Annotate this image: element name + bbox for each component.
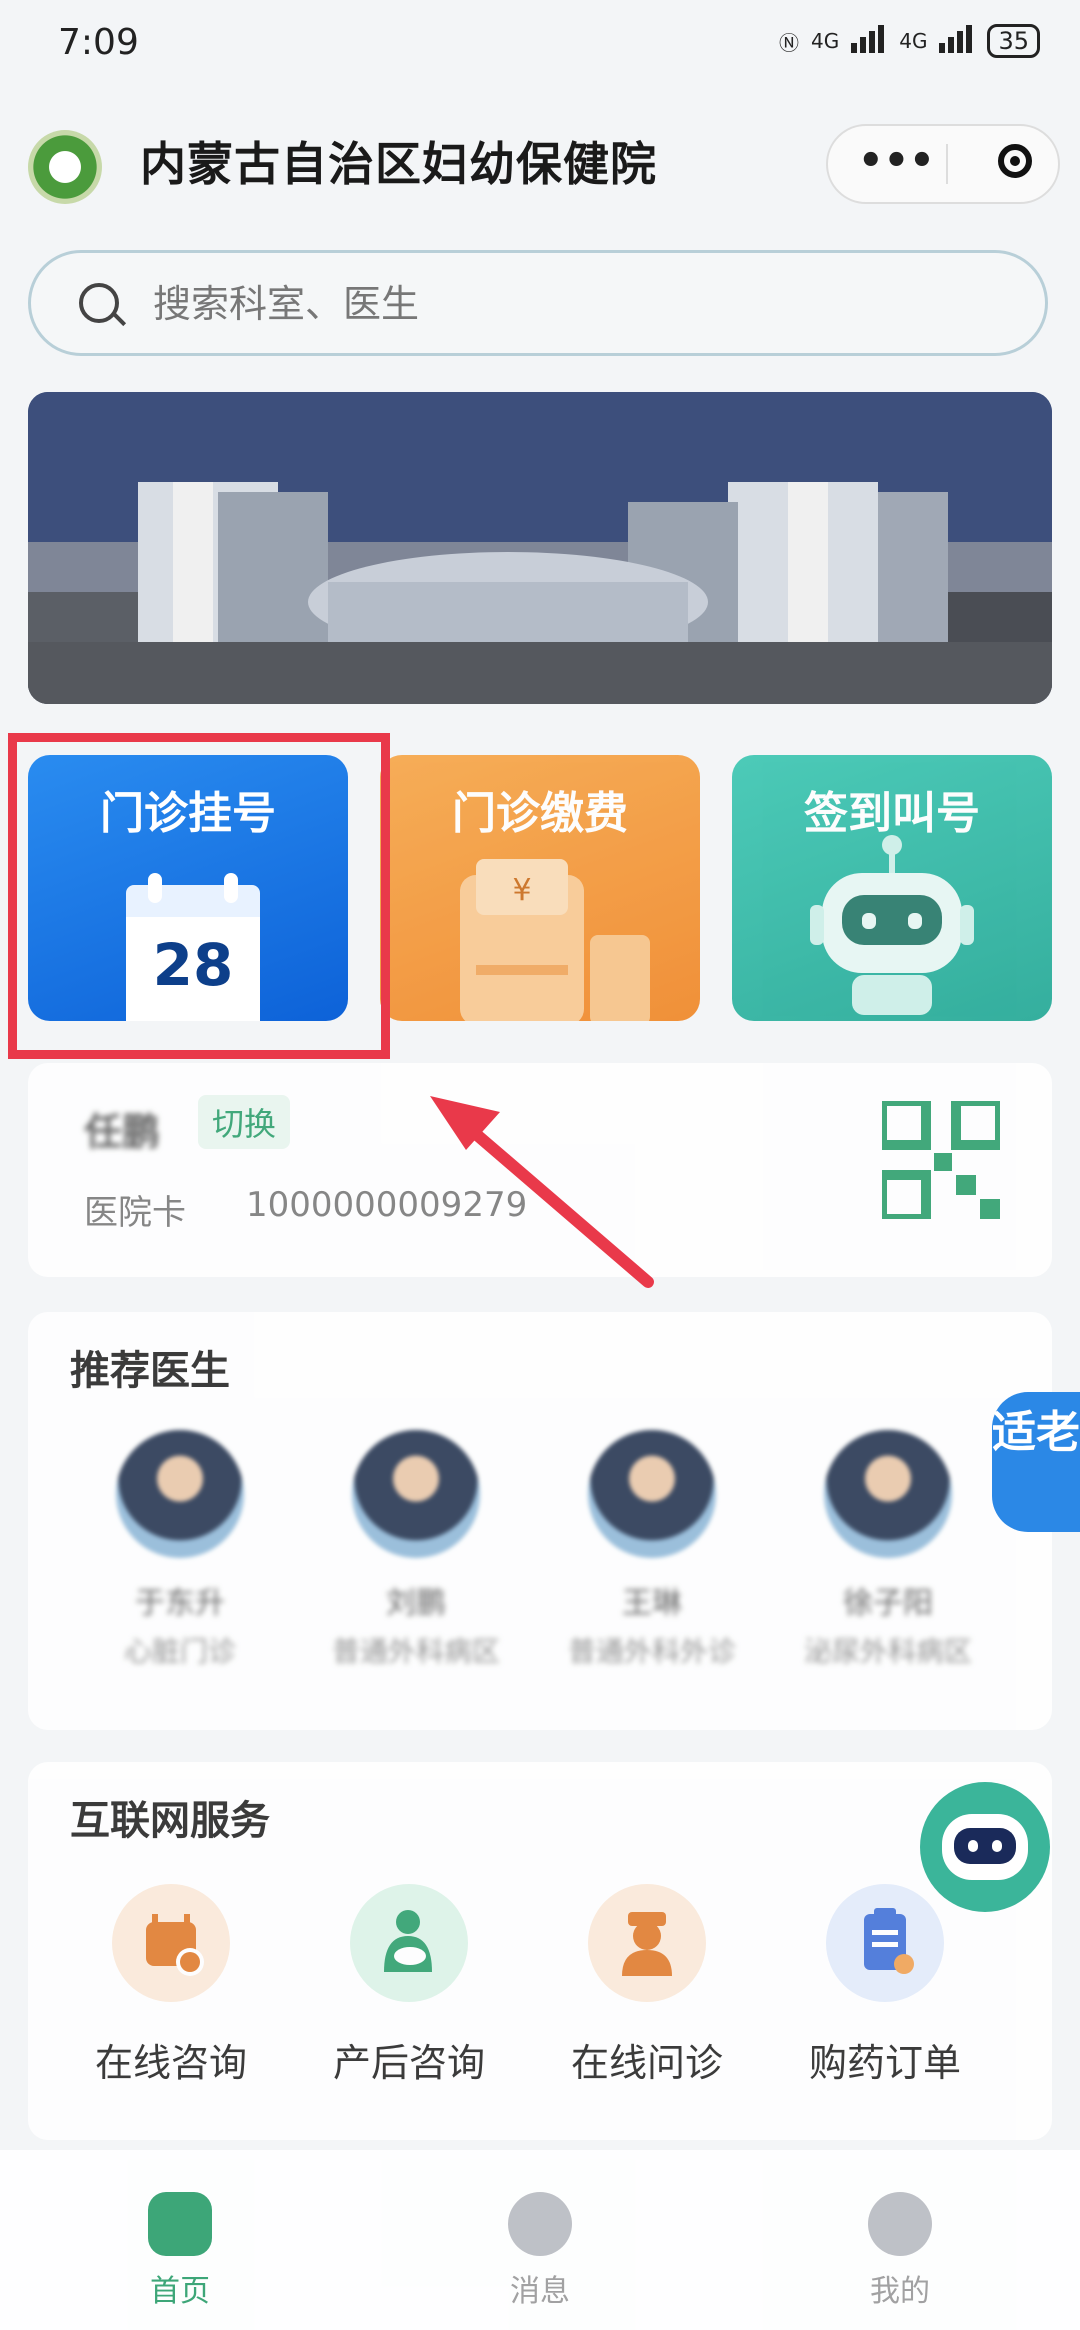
card-number: 1000000009279: [246, 1185, 528, 1225]
tab-label: 首页: [150, 2274, 210, 2309]
clipboard-icon: [826, 1884, 944, 2002]
service-label: 产后咨询: [332, 2041, 485, 2085]
patient-card[interactable]: 任鹏 切换 医院卡 1000000009279: [28, 1063, 1052, 1277]
more-icon[interactable]: •••: [858, 138, 935, 184]
payment-terminal-icon: ¥: [460, 859, 650, 1021]
bottom-tab-bar: 首页 消息 我的: [0, 2150, 1080, 2330]
tab-profile[interactable]: 我的: [800, 2192, 1000, 2310]
search-input[interactable]: [151, 275, 955, 333]
section-title: 推荐医生: [70, 1348, 230, 1394]
robot-icon: [810, 835, 974, 1015]
network-label-1: 4G: [810, 29, 840, 53]
tab-messages[interactable]: 消息: [440, 2192, 640, 2310]
page-title: 内蒙古自治区妇幼保健院: [140, 137, 657, 191]
card-type-label: 医院卡: [84, 1193, 186, 1233]
nurse-icon: [588, 1884, 706, 2002]
signal-icon: [851, 24, 887, 58]
tab-home[interactable]: 首页: [80, 2192, 280, 2310]
signal-icon-2: [939, 24, 975, 58]
battery-icon: 35: [987, 24, 1040, 58]
doctor-name: 于东升: [135, 1586, 225, 1621]
status-bar: 7:09 Ⓝ 4G 4G 35: [0, 0, 1080, 90]
qr-code-icon[interactable]: [882, 1101, 1000, 1219]
doctor-avatar: [824, 1430, 952, 1558]
capsule-menu: •••: [826, 124, 1060, 204]
service-online-diagnosis[interactable]: 在线问诊: [542, 1884, 752, 2087]
service-drug-orders[interactable]: 购药订单: [780, 1884, 990, 2087]
search-bar[interactable]: [28, 250, 1048, 356]
highlight-box: [8, 733, 390, 1059]
doctor-dept: 普通外科病区: [331, 1635, 500, 1668]
doctor-item[interactable]: 王琳 普通外科外诊: [562, 1430, 742, 1670]
capsule-divider: [946, 144, 948, 184]
calendar-plus-icon: [112, 1884, 230, 2002]
service-online-consult[interactable]: 在线咨询: [66, 1884, 276, 2087]
hospital-building-image: [28, 392, 1052, 704]
recommended-doctors: 推荐医生 于东升 心脏门诊 刘鹏 普通外科病区 王琳 普通外科外诊 徐子阳 泌尿…: [28, 1312, 1052, 1730]
yen-symbol: ¥: [512, 873, 531, 908]
search-icon: [79, 283, 119, 323]
switch-patient-button[interactable]: 切换: [198, 1095, 291, 1149]
nfc-icon: Ⓝ: [778, 30, 799, 55]
profile-icon: [868, 2192, 932, 2256]
tab-label: 我的: [870, 2274, 930, 2309]
chat-icon: [508, 2192, 572, 2256]
doctor-avatar: [116, 1430, 244, 1558]
doctor-item[interactable]: 徐子阳 泌尿外科病区: [798, 1430, 978, 1670]
status-icons: Ⓝ 4G 4G 35: [779, 24, 1040, 58]
hospital-banner[interactable]: [28, 392, 1052, 704]
status-time: 7:09: [58, 22, 139, 63]
network-label-2: 4G: [899, 29, 928, 53]
section-title: 互联网服务: [70, 1798, 270, 1844]
service-label: 在线咨询: [94, 2041, 247, 2085]
service-postpartum-consult[interactable]: 产后咨询: [304, 1884, 514, 2087]
tab-label: 消息: [510, 2274, 570, 2309]
doctor-name: 王琳: [622, 1586, 682, 1621]
mini-program-header: 内蒙古自治区妇幼保健院 •••: [0, 110, 1080, 204]
elderly-mode-tab[interactable]: 适老: [992, 1392, 1080, 1532]
patient-name: 任鹏: [84, 1110, 161, 1154]
hospital-logo: [28, 130, 102, 204]
doctor-name: 刘鹏: [386, 1586, 446, 1621]
doctor-item[interactable]: 于东升 心脏门诊: [90, 1430, 270, 1670]
close-icon[interactable]: [998, 144, 1032, 178]
doctor-dept: 普通外科外诊: [567, 1635, 736, 1668]
doctor-dept: 泌尿外科病区: [803, 1635, 972, 1668]
mother-baby-icon: [350, 1884, 468, 2002]
doctor-dept: 心脏门诊: [123, 1635, 236, 1668]
internet-services: 互联网服务 在线咨询 产后咨询 在线问诊 购药订单: [28, 1762, 1052, 2140]
service-label: 在线问诊: [570, 2041, 723, 2085]
home-icon: [148, 2192, 212, 2256]
doctor-item[interactable]: 刘鹏 普通外科病区: [326, 1430, 506, 1670]
outpatient-payment-tile[interactable]: 门诊缴费 ¥: [380, 755, 700, 1021]
checkin-queue-tile[interactable]: 签到叫号: [732, 755, 1052, 1021]
assistant-robot-button[interactable]: [920, 1782, 1050, 1912]
doctor-avatar: [588, 1430, 716, 1558]
doctor-name: 徐子阳: [843, 1586, 933, 1621]
doctor-avatar: [352, 1430, 480, 1558]
service-label: 购药订单: [808, 2041, 961, 2085]
